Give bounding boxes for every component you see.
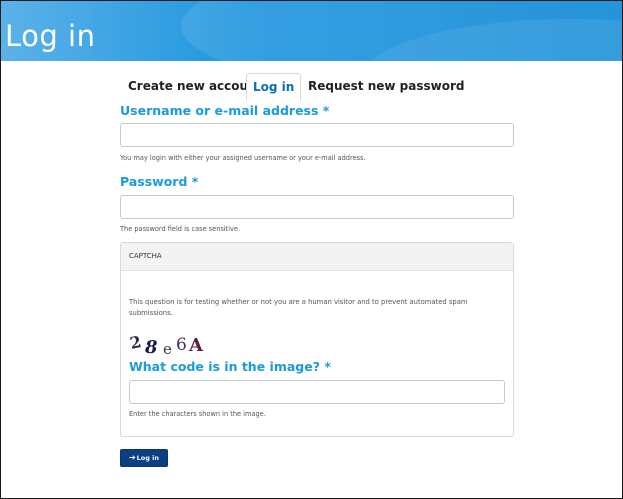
captcha-char: e	[163, 340, 172, 358]
captcha-heading-bar: CAPTCHA	[121, 243, 513, 271]
header-banner: Log in	[1, 1, 622, 61]
captcha-heading: CAPTCHA	[129, 252, 162, 260]
log-in-button-label: Log in	[136, 454, 160, 462]
password-input[interactable]	[120, 195, 514, 219]
username-input[interactable]	[120, 123, 514, 147]
password-help: The password field is case sensitive.	[120, 225, 241, 233]
page-frame: Log in Create new account Log in Request…	[0, 0, 623, 499]
captcha-answer-input[interactable]	[129, 380, 505, 404]
log-in-button[interactable]: ➔ Log in	[120, 449, 168, 467]
page-title: Log in	[5, 19, 96, 53]
username-label: Username or e-mail address *	[120, 103, 330, 118]
captcha-char: 2	[128, 332, 143, 353]
captcha-char: 8	[145, 337, 158, 358]
captcha-question-label: What code is in the image? *	[129, 359, 331, 374]
captcha-char: 6	[176, 335, 187, 355]
sign-in-icon: ➔	[128, 453, 136, 462]
captcha-image: 2 8 e 6 A	[128, 332, 220, 358]
tab-log-in[interactable]: Log in	[246, 73, 302, 101]
account-tabs: Create new account Log in Request new pa…	[120, 73, 514, 101]
captcha-description: This question is for testing whether or …	[129, 298, 468, 317]
username-help: You may login with either your assigned …	[120, 154, 366, 162]
password-label: Password *	[120, 174, 199, 189]
tab-request-password[interactable]: Request new password	[308, 73, 464, 100]
tab-create-account[interactable]: Create new account	[128, 73, 262, 100]
captcha-answer-help: Enter the characters shown in the image.	[129, 410, 266, 418]
captcha-fieldset: CAPTCHA This question is for testing whe…	[120, 242, 514, 437]
captcha-char: A	[189, 335, 203, 356]
